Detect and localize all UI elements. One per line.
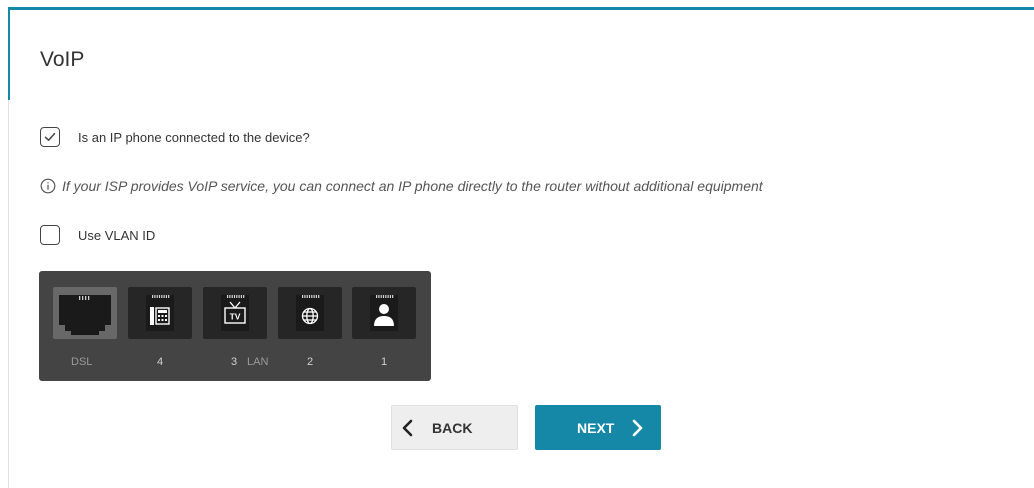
checkmark-icon	[44, 132, 56, 141]
port-label-2: 2	[307, 356, 314, 368]
port-label-lan: LAN	[247, 356, 269, 368]
chevron-right-icon	[633, 419, 643, 436]
port-lan-2[interactable]	[278, 287, 342, 339]
content-frame	[8, 7, 1034, 488]
port-label-4: 4	[157, 356, 164, 368]
ip-phone-label: Is an IP phone connected to the device?	[78, 130, 310, 145]
chevron-left-icon	[402, 419, 413, 436]
router-ports-panel: TV DSL 4 3 LAN 2 1	[39, 271, 431, 381]
port-label-1: 1	[381, 356, 388, 368]
info-message: If your ISP provides VoIP service, you c…	[40, 178, 763, 194]
port-lan-4[interactable]	[128, 287, 192, 339]
next-button[interactable]: NEXT	[535, 405, 661, 450]
info-text: If your ISP provides VoIP service, you c…	[62, 178, 763, 194]
phone-icon	[146, 295, 174, 331]
tv-icon: TV	[221, 295, 249, 331]
port-lan-3[interactable]: TV	[203, 287, 267, 339]
use-vlan-label: Use VLAN ID	[78, 228, 156, 243]
next-button-label: NEXT	[577, 419, 615, 436]
use-vlan-checkbox[interactable]	[40, 225, 60, 245]
info-icon	[40, 178, 56, 194]
port-label-dsl: DSL	[71, 356, 93, 368]
svg-text:TV: TV	[230, 312, 241, 322]
left-accent-bar	[8, 8, 10, 100]
port-label-3: 3	[231, 356, 238, 368]
back-button[interactable]: BACK	[391, 405, 518, 450]
globe-icon	[296, 295, 324, 331]
port-dsl[interactable]	[53, 287, 117, 339]
page-title: VoIP	[40, 48, 85, 71]
ip-phone-checkbox[interactable]	[40, 127, 60, 147]
user-icon	[370, 295, 398, 331]
back-button-label: BACK	[432, 419, 473, 436]
left-border	[8, 100, 9, 488]
port-lan-1[interactable]	[352, 287, 416, 339]
dsl-port-icon	[59, 295, 111, 335]
